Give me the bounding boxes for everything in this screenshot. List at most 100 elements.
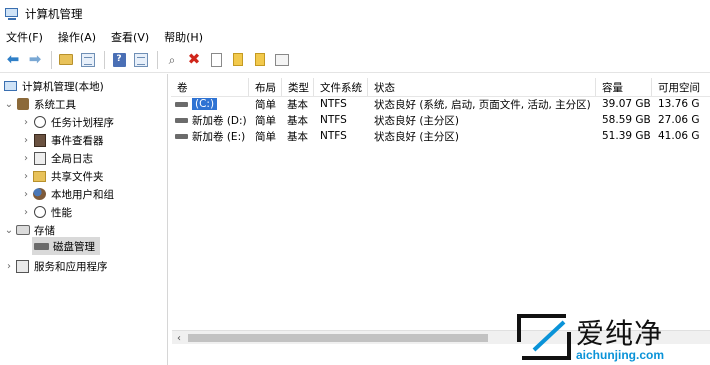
chevron-down-icon[interactable]: ⌄ xyxy=(3,99,15,110)
free-space-cell: 13.76 G xyxy=(658,98,700,110)
computer-management-icon xyxy=(4,7,20,21)
column-header-status[interactable]: 状态 xyxy=(368,78,596,96)
up-folder-icon[interactable] xyxy=(56,50,76,70)
tree-item-label: 性能 xyxy=(51,206,72,219)
chevron-right-icon[interactable]: › xyxy=(20,117,32,128)
toolbar: ⬅ ➡ ? ⌕ ✖ xyxy=(0,47,710,73)
brand-name: 爱纯净 xyxy=(576,317,664,350)
tree-item-performance[interactable]: › 性能 xyxy=(20,203,72,221)
tree-item-label: 服务和应用程序 xyxy=(34,260,108,273)
drive-icon xyxy=(175,117,188,123)
forward-arrow-icon[interactable]: ➡ xyxy=(25,50,45,70)
show-hide-action-pane-icon[interactable] xyxy=(131,50,151,70)
type-cell: 基本 xyxy=(287,98,308,111)
tree-item-disk-management[interactable]: 磁盘管理 xyxy=(32,237,100,255)
back-arrow-icon[interactable]: ⬅ xyxy=(3,50,23,70)
capacity-cell: 58.59 GB xyxy=(602,114,651,126)
event-viewer-icon xyxy=(32,133,47,147)
capacity-cell: 39.07 GB xyxy=(602,98,651,110)
scrollbar-thumb[interactable] xyxy=(188,334,488,342)
properties-icon[interactable] xyxy=(272,50,292,70)
volume-name: (C:) xyxy=(192,98,218,110)
tree-item-label: 全局日志 xyxy=(51,152,93,165)
help-icon[interactable]: ? xyxy=(109,50,129,70)
tree-item-root[interactable]: 计算机管理(本地) xyxy=(3,77,104,95)
toolbar-separator xyxy=(157,50,158,69)
menu-help[interactable]: 帮助(H) xyxy=(164,29,203,45)
shared-folder-icon xyxy=(32,169,47,183)
drive-icon xyxy=(175,133,188,139)
volume-cell[interactable]: (C:) xyxy=(175,96,249,112)
menu-file[interactable]: 文件(F) xyxy=(6,29,43,45)
chevron-right-icon[interactable]: › xyxy=(3,261,15,272)
volume-cell[interactable]: 新加卷 (E:) xyxy=(175,128,249,144)
explore-icon[interactable] xyxy=(250,50,270,70)
chevron-right-icon[interactable]: › xyxy=(20,153,32,164)
chevron-right-icon[interactable]: › xyxy=(20,207,32,218)
free-space-cell: 41.06 G xyxy=(658,130,700,142)
performance-icon xyxy=(32,205,47,219)
capacity-cell: 51.39 GB xyxy=(602,130,651,142)
column-header-layout[interactable]: 布局 xyxy=(249,78,282,96)
scroll-left-icon[interactable]: ‹ xyxy=(174,331,184,345)
column-header-type[interactable]: 类型 xyxy=(282,78,314,96)
filesystem-cell: NTFS xyxy=(320,98,347,110)
tree-item-task-scheduler[interactable]: › 任务计划程序 xyxy=(20,113,114,131)
brand-url: aichunjing.com xyxy=(576,348,665,362)
log-icon xyxy=(32,151,47,165)
tree-item-system-tools[interactable]: ⌄ 系统工具 xyxy=(3,95,76,113)
column-header-free-space[interactable]: 可用空间 xyxy=(652,78,710,96)
type-cell: 基本 xyxy=(287,114,308,127)
storage-icon xyxy=(15,223,30,237)
tree-item-label: 共享文件夹 xyxy=(51,170,104,183)
delete-icon[interactable]: ✖ xyxy=(184,50,204,70)
column-header-filesystem[interactable]: 文件系统 xyxy=(314,78,368,96)
tree-item-label: 事件查看器 xyxy=(51,134,104,147)
filesystem-cell: NTFS xyxy=(320,130,347,142)
clock-icon xyxy=(32,115,47,129)
window-title: 计算机管理 xyxy=(25,6,83,21)
brand-logo-icon xyxy=(517,314,571,360)
tree-item-shared-log[interactable]: › 全局日志 xyxy=(20,149,93,167)
console-tree: 计算机管理(本地) ⌄ 系统工具 › 任务计划程序 › 事件查看器 › 全局日志… xyxy=(0,74,168,365)
drive-icon xyxy=(175,101,188,107)
check-disk-icon[interactable] xyxy=(206,50,226,70)
connect-icon[interactable]: ⌕ xyxy=(162,50,182,70)
volume-name: 新加卷 (E:) xyxy=(192,130,246,143)
chevron-right-icon[interactable]: › xyxy=(20,135,32,146)
tree-item-label: 计算机管理(本地) xyxy=(22,80,104,93)
status-cell: 状态良好 (主分区) xyxy=(374,130,460,143)
tree-item-label: 系统工具 xyxy=(34,98,76,111)
chevron-right-icon[interactable]: › xyxy=(20,189,32,200)
layout-cell: 简单 xyxy=(255,98,276,111)
column-header-capacity[interactable]: 容量 xyxy=(596,78,652,96)
menu-bar: 文件(F) 操作(A) 查看(V) 帮助(H) xyxy=(0,27,710,47)
menu-action[interactable]: 操作(A) xyxy=(58,29,96,45)
services-icon xyxy=(15,259,30,273)
layout-cell: 简单 xyxy=(255,130,276,143)
users-icon xyxy=(32,187,47,201)
column-header-volume[interactable]: 卷 xyxy=(171,78,249,96)
title-bar: 计算机管理 xyxy=(0,0,710,27)
menu-view[interactable]: 查看(V) xyxy=(111,29,149,45)
disk-icon xyxy=(34,239,49,253)
tree-item-label: 本地用户和组 xyxy=(51,188,114,201)
tree-item-shared-folders[interactable]: › 共享文件夹 xyxy=(20,167,104,185)
volume-cell[interactable]: 新加卷 (D:) xyxy=(175,112,249,128)
watermark: 爱纯净 aichunjing.com xyxy=(516,310,710,365)
tree-item-local-users[interactable]: › 本地用户和组 xyxy=(20,185,114,203)
tree-item-label: 存储 xyxy=(34,224,55,237)
type-cell: 基本 xyxy=(287,130,308,143)
tools-icon xyxy=(15,97,30,111)
filesystem-cell: NTFS xyxy=(320,114,347,126)
chevron-down-icon[interactable]: ⌄ xyxy=(3,225,15,236)
tree-item-event-viewer[interactable]: › 事件查看器 xyxy=(20,131,104,149)
tree-item-services[interactable]: › 服务和应用程序 xyxy=(3,257,108,275)
open-icon[interactable] xyxy=(228,50,248,70)
show-hide-console-tree-icon[interactable] xyxy=(78,50,98,70)
toolbar-separator xyxy=(51,50,52,69)
tree-item-label: 任务计划程序 xyxy=(51,116,114,129)
chevron-right-icon[interactable]: › xyxy=(20,171,32,182)
toolbar-separator xyxy=(104,50,105,69)
computer-icon xyxy=(3,79,18,93)
